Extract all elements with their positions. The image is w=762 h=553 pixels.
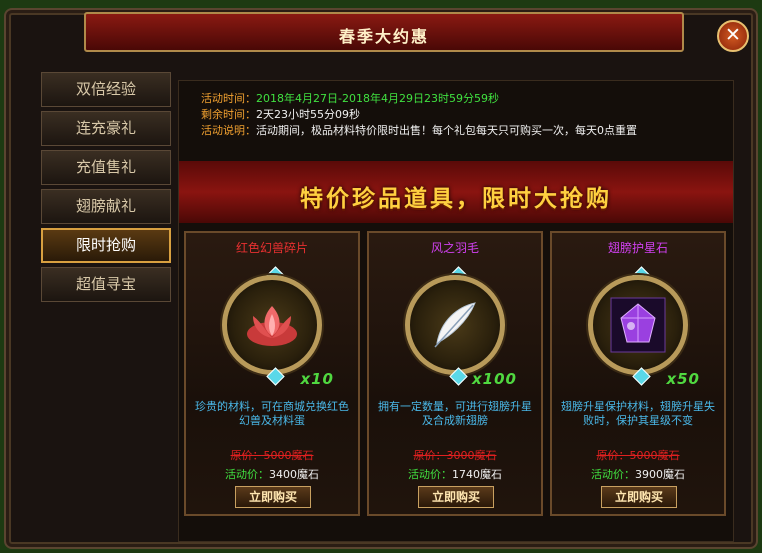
banner-text: 特价珍品道具，限时大抢购 [300,185,612,212]
nav-item-double-exp[interactable]: 双倍经验 [41,72,171,107]
item-card: 翅膀护星石 x50 翅膀升星保护材料，翅膀升星失败时，保护其星级不变 原价：50… [550,231,726,516]
close-icon: ✕ [725,24,741,46]
close-button[interactable]: ✕ [717,20,749,52]
event-info: 活动时间：2018年4月27日-2018年4月29日23时59分59秒 剩余时间… [201,91,637,139]
desc-label: 活动说明： [201,124,256,137]
buy-now-button[interactable]: 立即购买 [235,486,311,508]
event-price-value: 3400魔石 [269,468,319,481]
item-card: 红色幻兽碎片 x10 珍贵的材料，可在商城兑换红色幻兽及材料蛋 原价：5000魔… [184,231,360,516]
promo-banner: 特价珍品道具，限时大抢购 [179,161,733,223]
event-price: 活动价：1740魔石 [369,466,541,482]
item-quantity: x50 [666,370,700,388]
event-price-label: 活动价： [591,468,635,481]
remaining-value: 2天23小时55分09秒 [256,108,360,121]
event-price-label: 活动价： [225,468,269,481]
event-price-value: 3900魔石 [635,468,685,481]
item-slot[interactable] [222,275,322,375]
original-price: 原价：3000魔石 [413,449,497,462]
item-quantity: x10 [300,370,334,388]
feather-icon [434,302,476,348]
item-slot[interactable] [588,275,688,375]
item-quantity: x100 [472,370,517,388]
item-name: 翅膀护星石 [607,241,668,255]
buy-now-button[interactable]: 立即购买 [601,486,677,508]
item-slot[interactable] [405,275,505,375]
nav-item-flash-sale[interactable]: 限时抢购 [41,228,171,263]
item-description: 珍贵的材料，可在商城兑换红色幻兽及材料蛋 [195,400,349,427]
time-label: 活动时间： [201,92,256,105]
event-price-value: 1740魔石 [452,468,502,481]
desc-value: 活动期间，极品材料特价限时出售！每个礼包每天只可购买一次，每天0点重置 [256,124,637,137]
original-price: 原价：5000魔石 [596,449,680,462]
item-name: 风之羽毛 [430,241,479,255]
event-window: 春季大约惠 ✕ 双倍经验 连充豪礼 充值售礼 翅膀献礼 限时抢购 超值寻宝 活动… [4,8,758,549]
nav-item-recharge-gift[interactable]: 连充豪礼 [41,111,171,146]
time-value: 2018年4月27日-2018年4月29日23时59分59秒 [256,92,499,105]
nav-item-topup-sale[interactable]: 充值售礼 [41,150,171,185]
content-panel: 活动时间：2018年4月27日-2018年4月29日23时59分59秒 剩余时间… [178,80,734,542]
buy-now-button[interactable]: 立即购买 [418,486,494,508]
title-bar: 春季大约惠 [84,12,684,52]
window-title: 春季大约惠 [338,27,429,46]
nav-item-treasure-hunt[interactable]: 超值寻宝 [41,267,171,302]
item-name: 红色幻兽碎片 [235,241,308,255]
event-price-label: 活动价： [408,468,452,481]
nav-item-wing-gift[interactable]: 翅膀献礼 [41,189,171,224]
item-description: 拥有一定数量，可进行翅膀升星及合成新翅膀 [378,400,532,427]
event-price: 活动价：3900魔石 [552,466,724,482]
red-lotus-icon [247,306,297,346]
item-description: 翅膀升星保护材料，翅膀升星失败时，保护其星级不变 [561,400,715,427]
original-price: 原价：5000魔石 [230,449,314,462]
remaining-label: 剩余时间： [201,108,256,121]
event-price: 活动价：3400魔石 [186,466,358,482]
star-stone-icon [610,297,666,353]
item-card: 风之羽毛 x100 拥有一定数量，可进行翅膀升星及合成新翅膀 原价：3000魔石… [367,231,543,516]
sidebar-nav: 双倍经验 连充豪礼 充值售礼 翅膀献礼 限时抢购 超值寻宝 [41,72,173,306]
